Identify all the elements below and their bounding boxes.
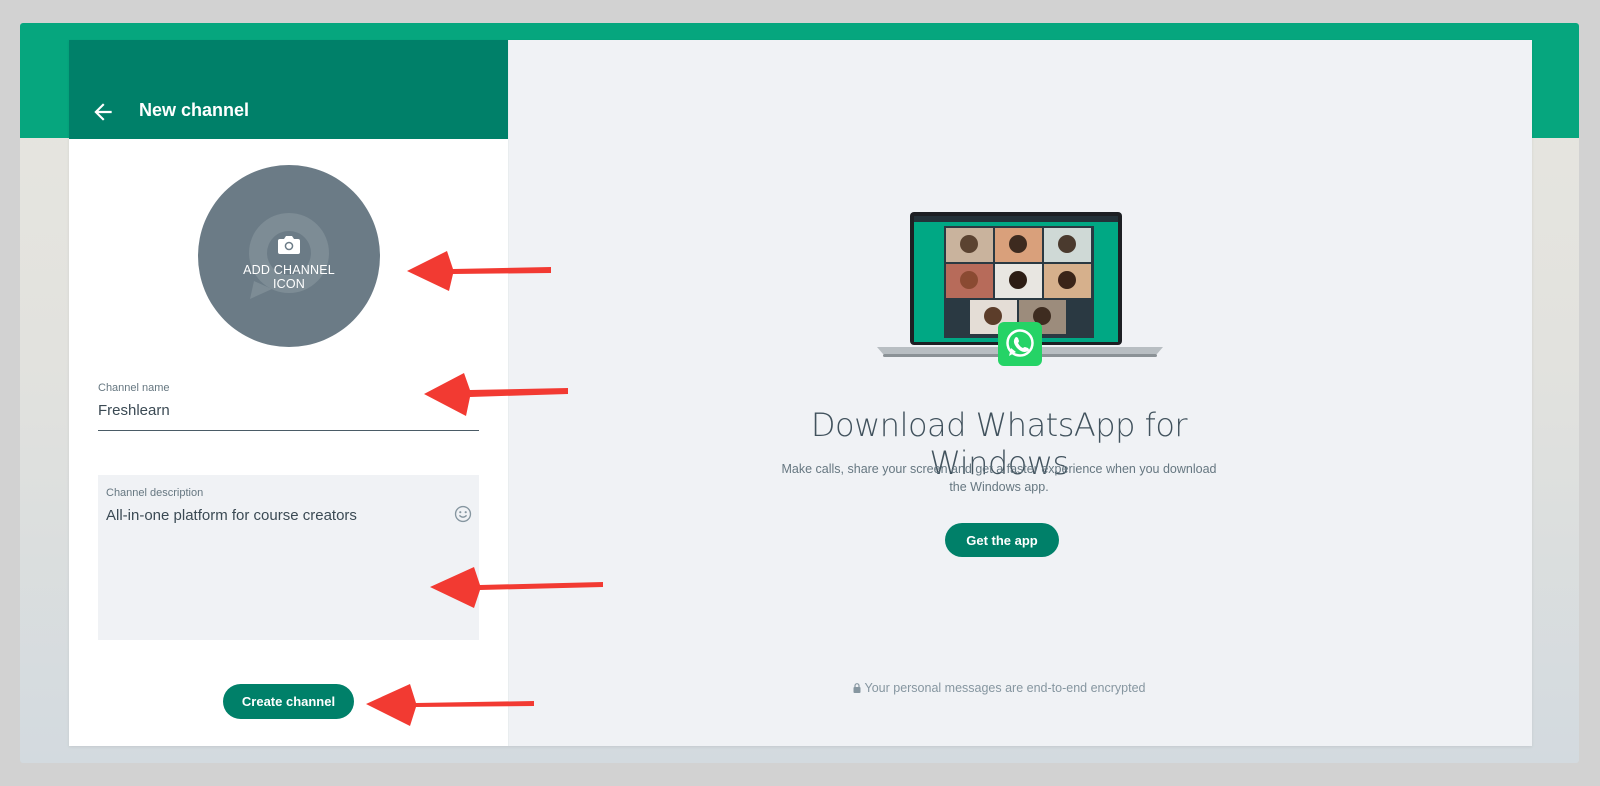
whatsapp-logo-icon xyxy=(998,322,1042,366)
annotation-arrow-icon xyxy=(366,684,534,726)
emoji-icon[interactable] xyxy=(454,505,472,523)
create-channel-button[interactable]: Create channel xyxy=(223,684,354,719)
lock-icon xyxy=(853,683,861,693)
encryption-note: Your personal messages are end-to-end en… xyxy=(829,681,1169,695)
channel-description-label: Channel description xyxy=(106,487,204,499)
panel-header: New channel xyxy=(69,40,508,139)
whatsapp-web-app: New channel ADD CHANNEL ICON Channel nam… xyxy=(69,40,1532,746)
annotation-arrow-icon xyxy=(424,373,568,416)
annotation-arrow-icon xyxy=(430,567,603,608)
page-title: New channel xyxy=(139,100,250,120)
whatsapp-glyph-icon xyxy=(1006,329,1034,357)
encryption-note-text: Your personal messages are end-to-end en… xyxy=(864,681,1146,695)
browser-frame: New channel ADD CHANNEL ICON Channel nam… xyxy=(20,23,1579,763)
back-button[interactable] xyxy=(90,99,116,125)
channel-description-input[interactable]: All-in-one platform for course creators xyxy=(106,507,436,627)
add-channel-icon-label: ADD CHANNEL ICON xyxy=(243,263,335,291)
channel-description-field: Channel description All-in-one platform … xyxy=(98,475,479,640)
annotation-arrow-icon xyxy=(407,251,551,291)
camera-icon xyxy=(278,236,300,254)
back-arrow-icon xyxy=(94,103,112,121)
promo-description: Make calls, share your screen and get a … xyxy=(781,462,1217,494)
get-the-app-button[interactable]: Get the app xyxy=(945,523,1059,557)
add-channel-icon-button[interactable]: ADD CHANNEL ICON xyxy=(198,165,380,347)
